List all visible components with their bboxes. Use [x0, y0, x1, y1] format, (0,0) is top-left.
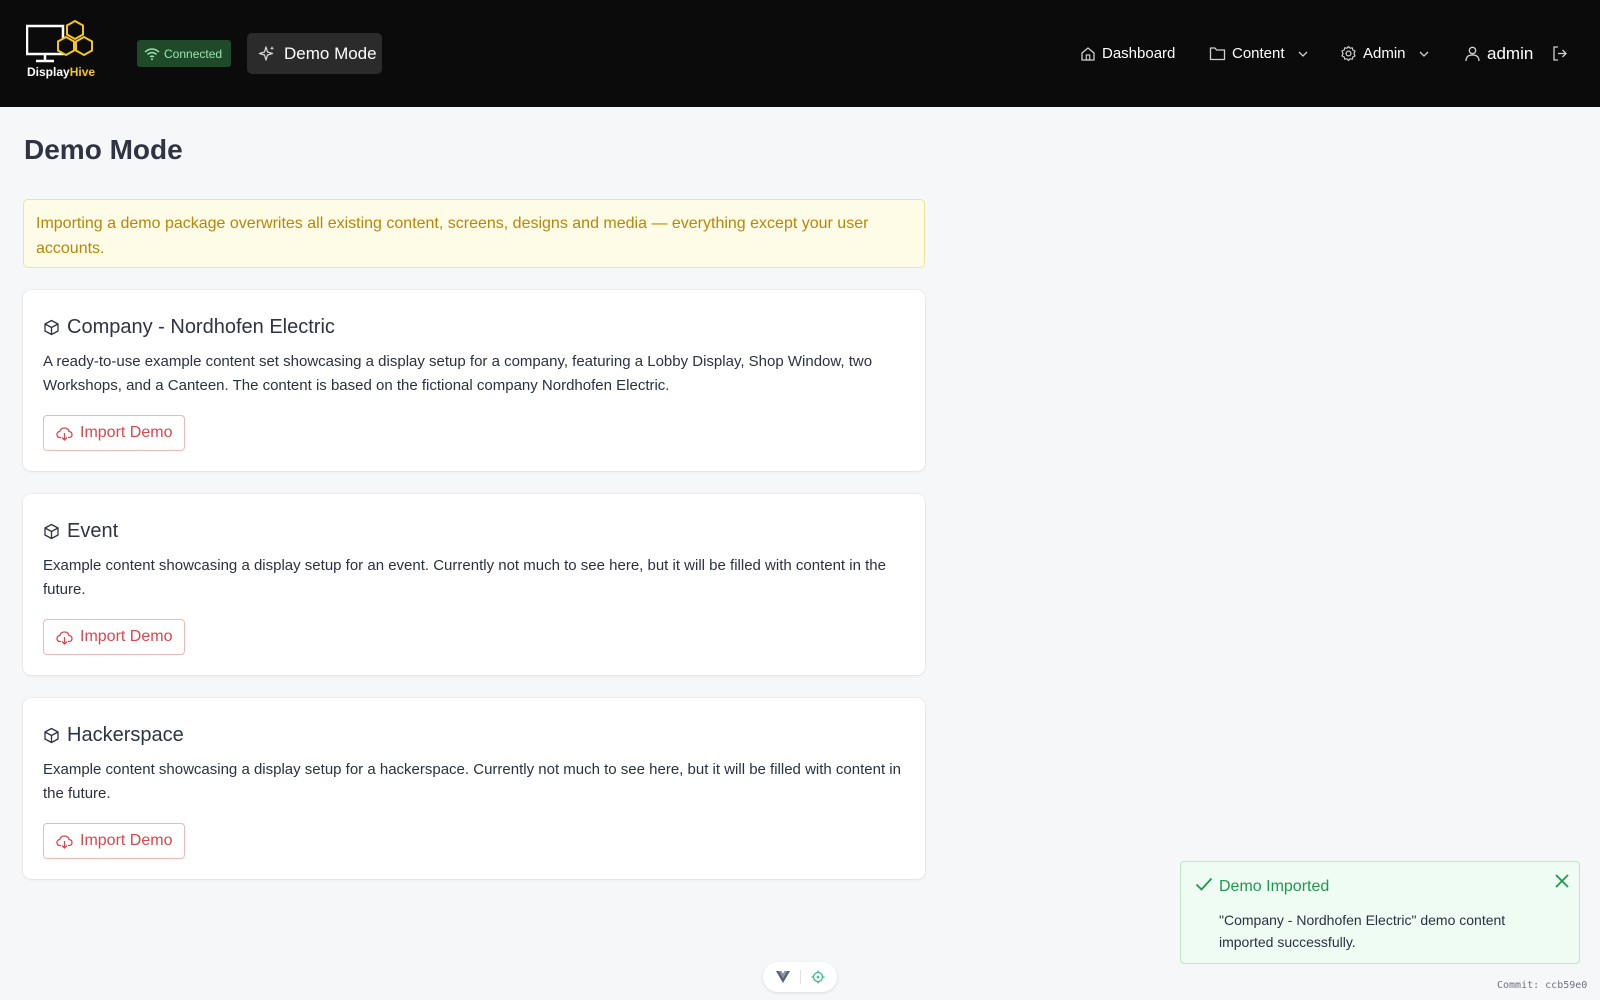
- checkmark-icon: [1195, 877, 1213, 891]
- demo-card-title: Event: [67, 520, 119, 542]
- import-demo-label: Import Demo: [80, 832, 173, 849]
- connection-status-text: Connected: [164, 46, 223, 61]
- package-icon: [44, 319, 59, 336]
- nav-dashboard[interactable]: Dashboard: [1080, 0, 1175, 107]
- nav-admin-label: Admin: [1363, 45, 1406, 62]
- nav-admin-dropdown[interactable]: Admin: [1340, 0, 1430, 107]
- demo-card-header: Company - Nordhofen Electric: [43, 316, 335, 339]
- demo-card-header: Hackerspace: [43, 724, 184, 747]
- demo-card-description: Example content showcasing a display set…: [43, 557, 886, 598]
- nav-content-dropdown[interactable]: Content: [1209, 0, 1309, 107]
- import-demo-label: Import Demo: [80, 424, 173, 441]
- demo-mode-label: Demo Mode: [284, 43, 377, 63]
- user-icon: [1465, 46, 1480, 62]
- logout-button[interactable]: [1551, 0, 1568, 107]
- nav-dashboard-label: Dashboard: [1102, 45, 1176, 62]
- user-menu[interactable]: admin: [1464, 0, 1533, 107]
- sparkles-icon: [258, 45, 275, 61]
- demo-card-description: A ready-to-use example content set showc…: [43, 353, 873, 394]
- username-label: admin: [1487, 43, 1534, 63]
- nav-content-label: Content: [1232, 45, 1285, 62]
- logo-hexagon-icon: [25, 19, 93, 63]
- devtools-divider: [799, 970, 801, 984]
- package-icon: [44, 523, 59, 540]
- import-demo-button[interactable]: Import Demo: [43, 823, 185, 859]
- vue-logo-icon: [775, 971, 790, 983]
- commit-hash: Commit: ccb59e0: [1497, 980, 1588, 991]
- demo-card-header: Event: [43, 520, 118, 543]
- demo-card-title: Hackerspace: [67, 724, 184, 746]
- toast-message: "Company - Nordhofen Electric" demo cont…: [1219, 912, 1506, 950]
- logout-icon: [1553, 46, 1567, 61]
- top-navbar: DisplayHive Connected Demo Mode Dashboar…: [0, 0, 1600, 107]
- connection-status-badge: Connected: [137, 40, 231, 67]
- demo-card-title: Company - Nordhofen Electric: [67, 316, 335, 338]
- devtools-pill[interactable]: [763, 962, 837, 992]
- cloud-download-icon: [56, 834, 73, 849]
- demo-card-company: Company - Nordhofen Electric A ready-to-…: [23, 290, 925, 471]
- cloud-download-icon: [56, 630, 73, 645]
- package-icon: [44, 727, 59, 744]
- import-demo-button[interactable]: Import Demo: [43, 415, 185, 451]
- gear-icon: [1341, 45, 1356, 62]
- cloud-download-icon: [56, 426, 73, 441]
- folder-icon: [1209, 47, 1226, 61]
- import-demo-button[interactable]: Import Demo: [43, 619, 185, 655]
- demo-card-description: Example content showcasing a display set…: [43, 761, 901, 802]
- home-icon: [1081, 46, 1095, 61]
- overwrite-warning-alert: Importing a demo package overwrites all …: [23, 199, 925, 268]
- wifi-icon: [144, 47, 160, 60]
- chevron-down-icon: [1419, 51, 1428, 57]
- demo-mode-button[interactable]: Demo Mode: [247, 33, 382, 74]
- toast-title: Demo Imported: [1219, 878, 1330, 895]
- demo-card-hackerspace: Hackerspace Example content showcasing a…: [23, 698, 925, 879]
- logo-text: DisplayHive: [27, 65, 96, 79]
- chevron-down-icon: [1298, 51, 1308, 57]
- displayhive-logo[interactable]: DisplayHive: [25, 19, 102, 84]
- inspect-target-icon: [811, 970, 824, 984]
- close-icon[interactable]: [1554, 873, 1570, 889]
- page-title: Demo Mode: [24, 134, 183, 165]
- demo-card-event: Event Example content showcasing a displ…: [23, 494, 925, 675]
- success-toast: Demo Imported "Company - Nordhofen Elect…: [1180, 861, 1580, 964]
- import-demo-label: Import Demo: [80, 628, 173, 645]
